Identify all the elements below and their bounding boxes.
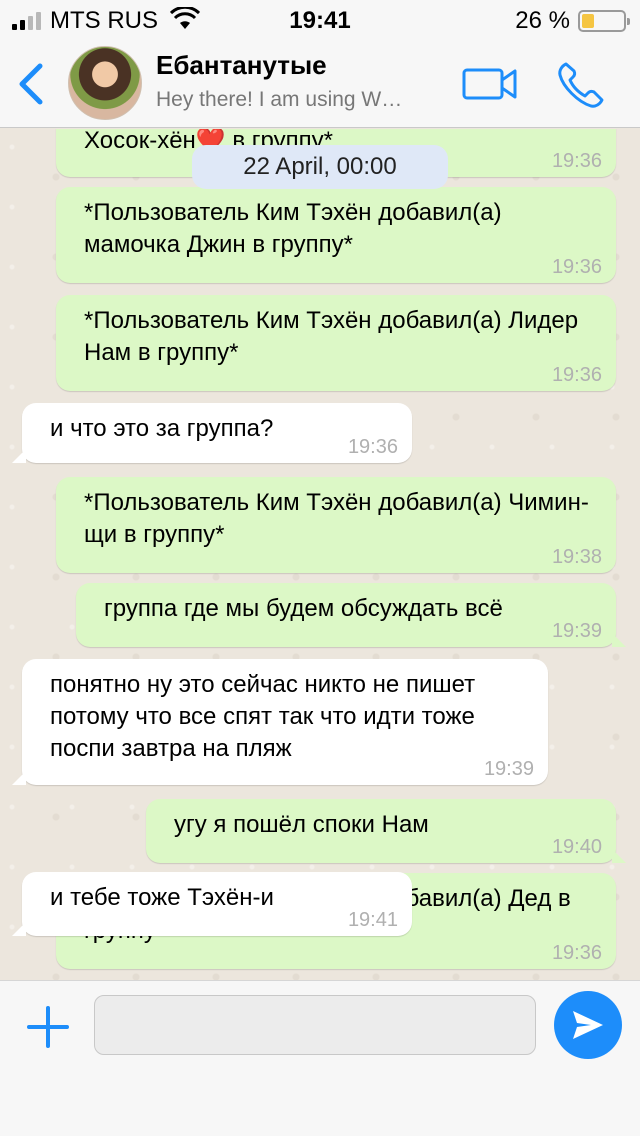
- wifi-icon: [170, 7, 200, 29]
- message-bubble[interactable]: *Пользователь Ким Тэхён добавил(а) Чимин…: [56, 477, 616, 573]
- message-time: 19:39: [551, 620, 602, 642]
- battery-percent: 26 %: [515, 7, 570, 34]
- chevron-left-icon[interactable]: [14, 60, 50, 108]
- message-bubble[interactable]: и что это за группа? 19:36: [12, 403, 412, 463]
- message-time: 19:36: [551, 364, 602, 386]
- plus-icon[interactable]: [26, 1005, 70, 1049]
- message-time: 19:36: [551, 256, 602, 278]
- message-text: *Пользователь Ким Тэхён добавил(а) мамоч…: [84, 199, 502, 258]
- message-time: 19:41: [347, 909, 398, 931]
- chat-header: Ебантанутые Hey there! I am using W…: [0, 40, 640, 128]
- status-bar: MTS RUS 19:41 26 %: [0, 0, 640, 40]
- message-text: и что это за группа?: [50, 415, 274, 442]
- message-text: группа где мы будем обсуждать всё: [104, 595, 503, 622]
- message-text: и тебе тоже Тэхён-и: [50, 884, 274, 911]
- send-icon: [573, 1011, 603, 1039]
- message-time: 19:40: [551, 836, 602, 858]
- message-bubble[interactable]: и тебе тоже Тэхён-и 19:41: [12, 872, 412, 936]
- carrier-name: MTS RUS: [50, 7, 158, 34]
- input-bar: [0, 980, 640, 1136]
- chat-subtitle: Hey there! I am using W…: [156, 88, 403, 111]
- message-bubble[interactable]: *Пользователь Ким Тэхён добавил(а) мамоч…: [56, 187, 616, 283]
- message-input[interactable]: [94, 995, 536, 1055]
- signal-strength-icon: [12, 12, 41, 30]
- message-time: 19:36: [347, 436, 398, 458]
- message-text: *Пользователь Ким Тэхён добавил(а) Чимин…: [84, 489, 589, 548]
- message-text: понятно ну это сейчас никто не пишет пот…: [50, 671, 476, 762]
- message-time: 19:39: [483, 758, 534, 780]
- message-text: *Пользователь Ким Тэхён добавил(а) Лидер…: [84, 307, 579, 366]
- battery-icon: [578, 10, 630, 32]
- phone-icon[interactable]: [556, 60, 606, 110]
- message-time: 19:36: [551, 150, 602, 172]
- message-text: угу я пошёл споки Нам: [174, 811, 429, 838]
- send-button[interactable]: [554, 991, 622, 1059]
- message-bubble[interactable]: угу я пошёл споки Нам 19:40: [146, 799, 626, 863]
- message-time: 19:36: [551, 942, 602, 964]
- message-bubble[interactable]: понятно ну это сейчас никто не пишет пот…: [12, 659, 548, 785]
- message-time: 19:38: [551, 546, 602, 568]
- message-bubble[interactable]: группа где мы будем обсуждать всё 19:39: [76, 583, 626, 647]
- date-pill: 22 April, 00:00: [192, 145, 448, 189]
- video-camera-icon[interactable]: [462, 66, 518, 102]
- chat-area[interactable]: Хосок-хён❤️ в группу* 19:36 22 April, 00…: [0, 129, 640, 980]
- avatar[interactable]: [68, 46, 142, 120]
- message-bubble[interactable]: *Пользователь Ким Тэхён добавил(а) Лидер…: [56, 295, 616, 391]
- chat-title[interactable]: Ебантанутые: [156, 50, 327, 81]
